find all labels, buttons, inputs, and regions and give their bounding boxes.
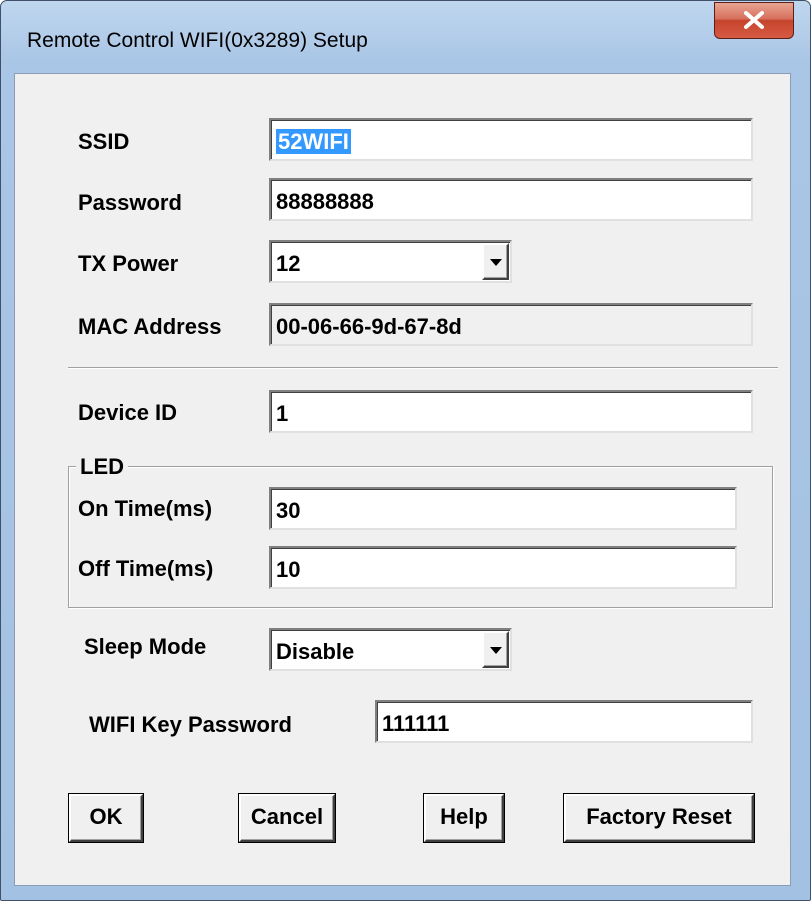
tx-power-value: 12 [276, 251, 301, 276]
mac-address-label: MAC Address [78, 314, 222, 339]
help-button[interactable]: Help [424, 794, 504, 842]
dialog-window: Remote Control WIFI(0x3289) Setup SSID 5… [0, 0, 811, 901]
window-title: Remote Control WIFI(0x3289) Setup [27, 29, 368, 52]
off-time-label: Off Time(ms) [78, 556, 214, 581]
on-time-label: On Time(ms) [78, 496, 213, 521]
ssid-label: SSID [78, 129, 130, 154]
mac-address-field: 00-06-66-9d-67-8d [269, 303, 753, 346]
sleep-mode-label: Sleep Mode [84, 634, 207, 659]
sleep-mode-select[interactable]: Disable [269, 628, 512, 671]
password-input[interactable]: 88888888 [269, 178, 753, 221]
wifi-key-password-label: WIFI Key Password [89, 712, 292, 737]
title-bar[interactable]: Remote Control WIFI(0x3289) Setup [1, 1, 810, 73]
chevron-down-icon [490, 259, 502, 266]
factory-reset-button[interactable]: Factory Reset [564, 794, 754, 842]
ssid-input[interactable]: 52WIFI [269, 118, 753, 161]
dialog-client-area: SSID 52WIFI Password 88888888 TX Power 1… [14, 73, 791, 886]
cancel-button[interactable]: Cancel [239, 794, 335, 842]
led-group-title: LED [76, 454, 128, 480]
wifi-key-password-input[interactable]: 111111 [375, 700, 753, 743]
section-divider [68, 367, 778, 369]
device-id-input[interactable]: 1 [269, 390, 753, 433]
tx-power-select[interactable]: 12 [269, 240, 512, 283]
password-label: Password [78, 190, 182, 215]
ok-button[interactable]: OK [69, 794, 143, 842]
sleep-mode-dropdown-button[interactable] [482, 631, 509, 668]
sleep-mode-value: Disable [276, 639, 355, 664]
on-time-input[interactable]: 30 [269, 487, 737, 530]
off-time-input[interactable]: 10 [269, 546, 737, 589]
chevron-down-icon [490, 647, 502, 654]
tx-power-dropdown-button[interactable] [482, 243, 509, 280]
ssid-value: 52WIFI [276, 129, 351, 154]
device-id-label: Device ID [78, 400, 178, 425]
close-x-icon [744, 11, 764, 29]
close-button[interactable] [714, 2, 794, 39]
tx-power-label: TX Power [78, 251, 179, 276]
